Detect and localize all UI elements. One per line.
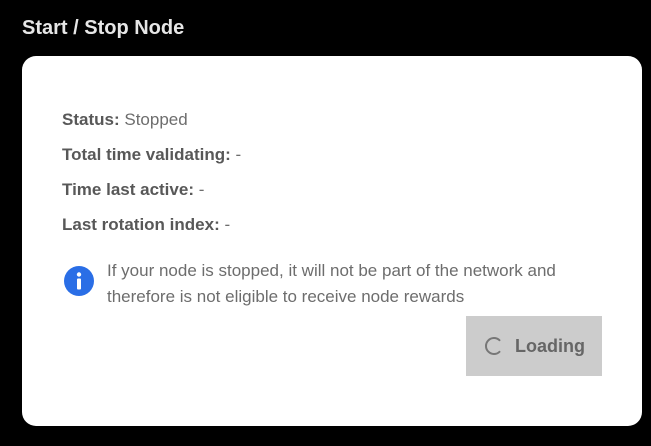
node-status-card: Status: Stopped Total time validating: -… (22, 56, 642, 426)
rotation-index-label: Last rotation index: (62, 215, 220, 234)
notice-text: If your node is stopped, it will not be … (107, 261, 556, 306)
rotation-index-value: - (224, 215, 231, 234)
status-list: Status: Stopped Total time validating: -… (62, 108, 241, 248)
time-validating-value: - (235, 145, 242, 164)
time-validating-row: Total time validating: - (62, 143, 241, 178)
status-value: Stopped (124, 110, 188, 129)
time-last-active-row: Time last active: - (62, 178, 241, 213)
page-title: Start / Stop Node (22, 17, 185, 39)
status-row: Status: Stopped (62, 108, 241, 143)
time-last-active-value: - (198, 180, 205, 199)
loading-label: Loading (515, 335, 585, 356)
status-label: Status: (62, 110, 120, 129)
info-icon (64, 266, 94, 296)
spinner-icon (485, 337, 501, 355)
rotation-index-row: Last rotation index: - (62, 213, 241, 248)
time-validating-label: Total time validating: (62, 145, 231, 164)
time-last-active-label: Time last active: (62, 180, 194, 199)
loading-button[interactable]: Loading (466, 316, 602, 376)
node-control-page: Start / Stop Node Status: Stopped Total … (0, 0, 651, 446)
stopped-notice: If your node is stopped, it will not be … (64, 258, 604, 310)
